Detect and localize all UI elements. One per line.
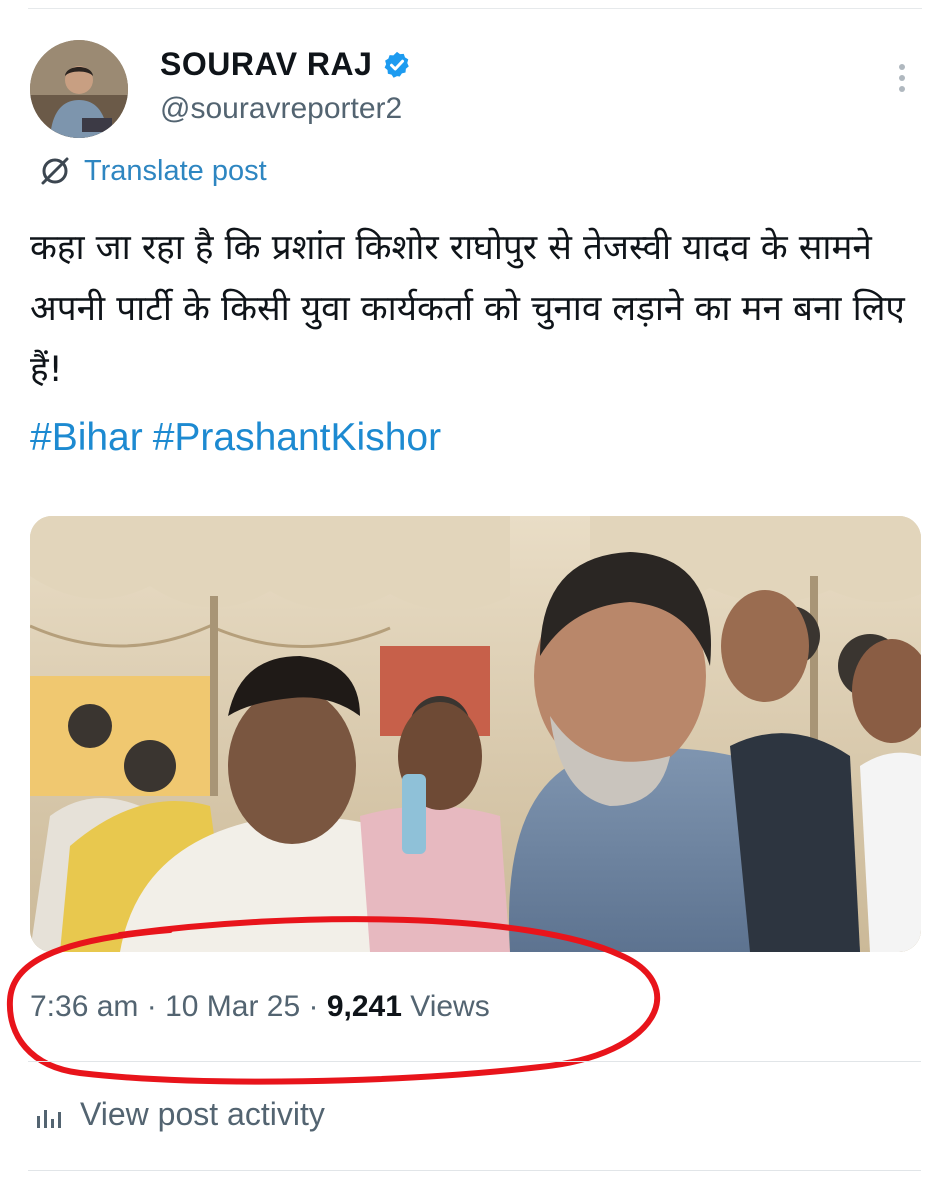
post-time[interactable]: 7:36 am: [30, 990, 138, 1023]
translate-post-link[interactable]: Translate post: [38, 154, 267, 188]
translate-icon: [38, 154, 72, 188]
post-photo[interactable]: [30, 516, 921, 952]
hashtags: #Bihar #PrashantKishor: [30, 416, 451, 460]
more-vertical-icon[interactable]: [888, 60, 916, 100]
post-date[interactable]: 10 Mar 25: [165, 990, 300, 1023]
bar-chart-icon: [34, 1099, 66, 1131]
avatar[interactable]: [30, 40, 128, 138]
author-display-name[interactable]: SOURAV RAJ: [160, 46, 372, 83]
post-meta: 7:36 am · 10 Mar 25 · 9,241 Views: [30, 990, 490, 1024]
hashtag-link[interactable]: #Bihar: [30, 416, 143, 459]
post-text: कहा जा रहा है कि प्रशांत किशोर राघोपुर स…: [30, 228, 905, 390]
view-post-activity-label[interactable]: View post activity: [80, 1096, 325, 1133]
meta-separator: ·: [138, 990, 166, 1023]
views-label: Views: [401, 990, 490, 1023]
divider: [28, 1170, 921, 1171]
author-name-row: SOURAV RAJ: [160, 46, 412, 83]
post-photo-image: [30, 516, 921, 952]
hashtag-link[interactable]: #PrashantKishor: [153, 416, 441, 459]
translate-post-label[interactable]: Translate post: [84, 155, 267, 188]
view-post-activity-link[interactable]: View post activity: [34, 1096, 325, 1133]
avatar-image: [30, 40, 128, 138]
views-count: 9,241: [326, 990, 402, 1023]
verified-badge-icon: [382, 50, 412, 80]
meta-separator: ·: [300, 990, 327, 1023]
divider: [28, 1061, 921, 1062]
author-handle[interactable]: @souravreporter2: [160, 92, 402, 126]
top-divider: [28, 8, 922, 9]
